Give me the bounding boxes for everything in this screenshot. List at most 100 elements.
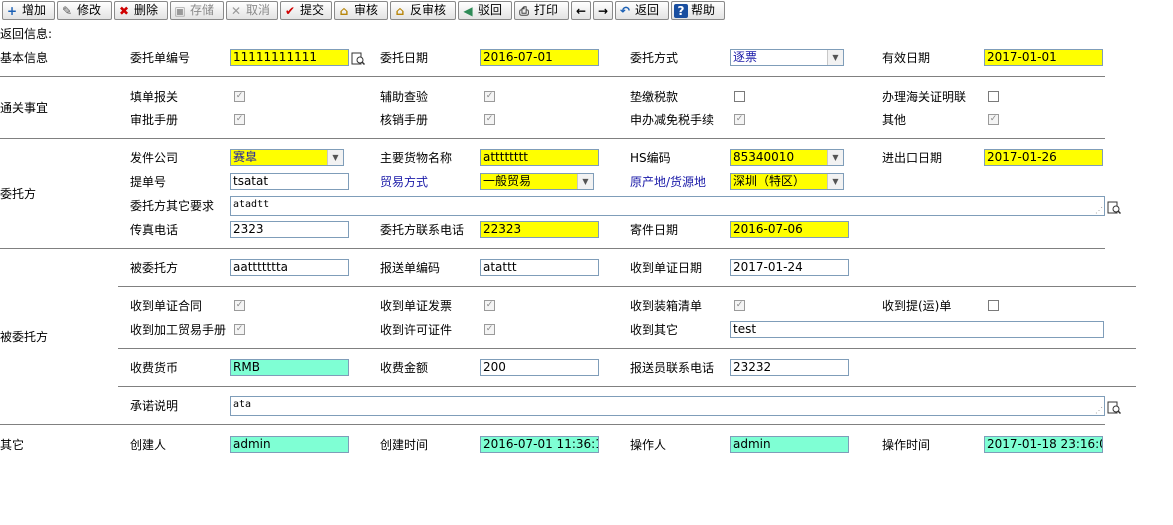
toolbar-button[interactable]: ? 帮助: [671, 1, 725, 20]
arrow-left-button[interactable]: ←: [571, 1, 591, 20]
checkbox[interactable]: ✓: [234, 324, 245, 335]
bill-input[interactable]: tsatat: [230, 173, 349, 190]
toolbar-button[interactable]: ✎ 修改: [57, 1, 112, 20]
checkbox[interactable]: ✓: [988, 114, 999, 125]
section-basic-label: 基本信息: [0, 51, 49, 65]
company-value: 赛皐: [233, 150, 258, 164]
checkbox-label: 收到许可证件: [380, 323, 453, 337]
toolbar-button[interactable]: ⎙ 打印: [514, 1, 569, 20]
create-time-input[interactable]: 2016-07-01 11:36:16: [480, 436, 599, 453]
divider: [118, 386, 1136, 387]
hs-select[interactable]: 85340010 ▼: [730, 149, 844, 166]
creator-label: 创建人: [130, 438, 167, 452]
chevron-down-icon[interactable]: ▼: [327, 150, 343, 165]
checkbox[interactable]: ✓: [484, 324, 495, 335]
fax-label: 传真电话: [130, 223, 179, 237]
promise-textarea[interactable]: ata ⋰: [230, 396, 1105, 416]
arrow-left-green-icon: ◀: [463, 3, 473, 18]
toolbar-button-label: 驳回: [478, 3, 503, 17]
resize-grip-icon[interactable]: ⋰: [1095, 407, 1103, 415]
checkbox-label: 其他: [882, 113, 907, 127]
toolbar-button-label: 返回: [635, 3, 660, 17]
company-select[interactable]: 赛皐 ▼: [230, 149, 344, 166]
toolbar-button[interactable]: ✖ 删除: [114, 1, 168, 20]
arrow-left-icon: ←: [575, 3, 587, 18]
divider: [118, 286, 1136, 287]
checkbox[interactable]: [988, 91, 999, 102]
fax-input[interactable]: 2323: [230, 221, 349, 238]
origin-select[interactable]: 深圳（特区） ▼: [730, 173, 844, 190]
checkbox[interactable]: ✓: [484, 300, 495, 311]
arrow-right-button[interactable]: →: [593, 1, 613, 20]
valid-date-input[interactable]: 2017-01-01: [984, 49, 1103, 66]
order-no-input[interactable]: 11111111111: [230, 49, 349, 66]
creator-input[interactable]: admin: [230, 436, 349, 453]
checkbox[interactable]: ✓: [734, 114, 745, 125]
section-customs-label: 通关事宜: [0, 101, 49, 115]
toolbar-button[interactable]: ⌂ 审核: [334, 1, 388, 20]
chevron-down-icon[interactable]: ▼: [827, 150, 843, 165]
toolbar-button[interactable]: + 增加: [2, 1, 55, 20]
send-date-label: 寄件日期: [630, 223, 679, 237]
hs-label: HS编码: [630, 151, 671, 165]
send-date-input[interactable]: 2016-07-06: [730, 221, 849, 238]
delete-icon: ✖: [118, 3, 130, 18]
operator-input[interactable]: admin: [730, 436, 849, 453]
section-other-label: 其它: [0, 438, 25, 452]
checkbox-label: 收到加工贸易手册: [130, 323, 227, 337]
checkbox-label: 辅助查验: [380, 90, 429, 104]
checkbox[interactable]: ✓: [734, 300, 745, 311]
toolbar-button-label: 删除: [134, 3, 159, 17]
currency-input[interactable]: RMB: [230, 359, 349, 376]
reporter-phone-input[interactable]: 23232: [730, 359, 849, 376]
report-no-input[interactable]: atattt: [480, 259, 599, 276]
lookup-icon[interactable]: [1107, 200, 1121, 214]
lookup-icon[interactable]: [1107, 400, 1121, 414]
date-input[interactable]: 2016-07-01: [480, 49, 599, 66]
bill-label: 提单号: [130, 175, 167, 189]
client-phone-label: 委托方联系电话: [380, 223, 465, 237]
checkbox[interactable]: [734, 91, 745, 102]
amount-input[interactable]: 200: [480, 359, 599, 376]
help-icon: ?: [674, 3, 688, 18]
toolbar-button[interactable]: ↶ 返回: [615, 1, 669, 20]
other-recv-input[interactable]: test: [730, 321, 1104, 338]
trade-label[interactable]: 贸易方式: [380, 175, 428, 189]
chevron-down-icon[interactable]: ▼: [827, 50, 843, 65]
receipt-date-input[interactable]: 2017-01-24: [730, 259, 849, 276]
checkbox[interactable]: ✓: [234, 91, 245, 102]
section-consignee-label: 被委托方: [0, 330, 49, 344]
trade-select[interactable]: 一般贸易 ▼: [480, 173, 594, 190]
goods-input[interactable]: atttttttt: [480, 149, 599, 166]
hs-value: 85340010: [733, 150, 795, 164]
return-info: 返回信息:: [0, 27, 53, 41]
checkbox-label: 垫缴税款: [630, 90, 679, 104]
method-select[interactable]: 逐票 ▼: [730, 49, 844, 66]
origin-label[interactable]: 原产地/货源地: [630, 175, 706, 189]
toolbar-button[interactable]: ◀ 驳回: [458, 1, 512, 20]
consignee-name-input[interactable]: aattttttta: [230, 259, 349, 276]
toolbar-button[interactable]: ⌂ 反审核: [390, 1, 456, 20]
client-req-textarea[interactable]: atadtt ⋰: [230, 196, 1105, 216]
promise-value: ata: [233, 399, 252, 410]
chevron-down-icon[interactable]: ▼: [577, 174, 593, 189]
consignee-name-label: 被委托方: [130, 261, 179, 275]
checkbox[interactable]: ✓: [234, 114, 245, 125]
op-time-label: 操作时间: [882, 438, 931, 452]
resize-grip-icon[interactable]: ⋰: [1095, 207, 1103, 215]
checkbox[interactable]: ✓: [484, 91, 495, 102]
checkbox[interactable]: ✓: [234, 300, 245, 311]
checkbox[interactable]: ✓: [484, 114, 495, 125]
client-phone-input[interactable]: 22323: [480, 221, 599, 238]
op-time-input[interactable]: 2017-01-18 23:16:02: [984, 436, 1103, 453]
currency-label: 收费货币: [130, 361, 179, 375]
folder-icon: ⌂: [395, 3, 405, 18]
toolbar-button[interactable]: ✔ 提交: [280, 1, 332, 20]
lookup-icon[interactable]: [351, 51, 365, 65]
chevron-down-icon[interactable]: ▼: [827, 174, 843, 189]
origin-value: 深圳（特区）: [733, 174, 806, 188]
ie-date-input[interactable]: 2017-01-26: [984, 149, 1103, 166]
checkbox[interactable]: [988, 300, 999, 311]
receipt-date-label: 收到单证日期: [630, 261, 703, 275]
trade-value: 一般贸易: [483, 174, 532, 188]
